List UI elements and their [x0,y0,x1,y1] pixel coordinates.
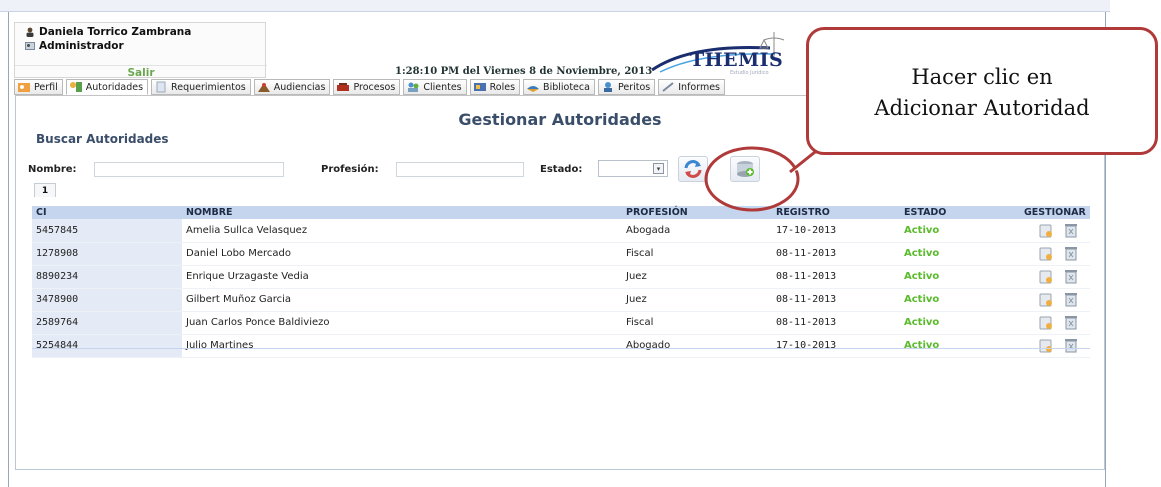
callout-text: Hacer clic en Adicionar Autoridad [809,62,1155,124]
instruction-callout: Hacer clic en Adicionar Autoridad [806,27,1158,155]
callout-pointer [789,150,870,174]
highlight-circle [704,146,800,212]
callout-line-1: Hacer clic en [911,65,1053,89]
callout-line-2: Adicionar Autoridad [874,96,1090,120]
